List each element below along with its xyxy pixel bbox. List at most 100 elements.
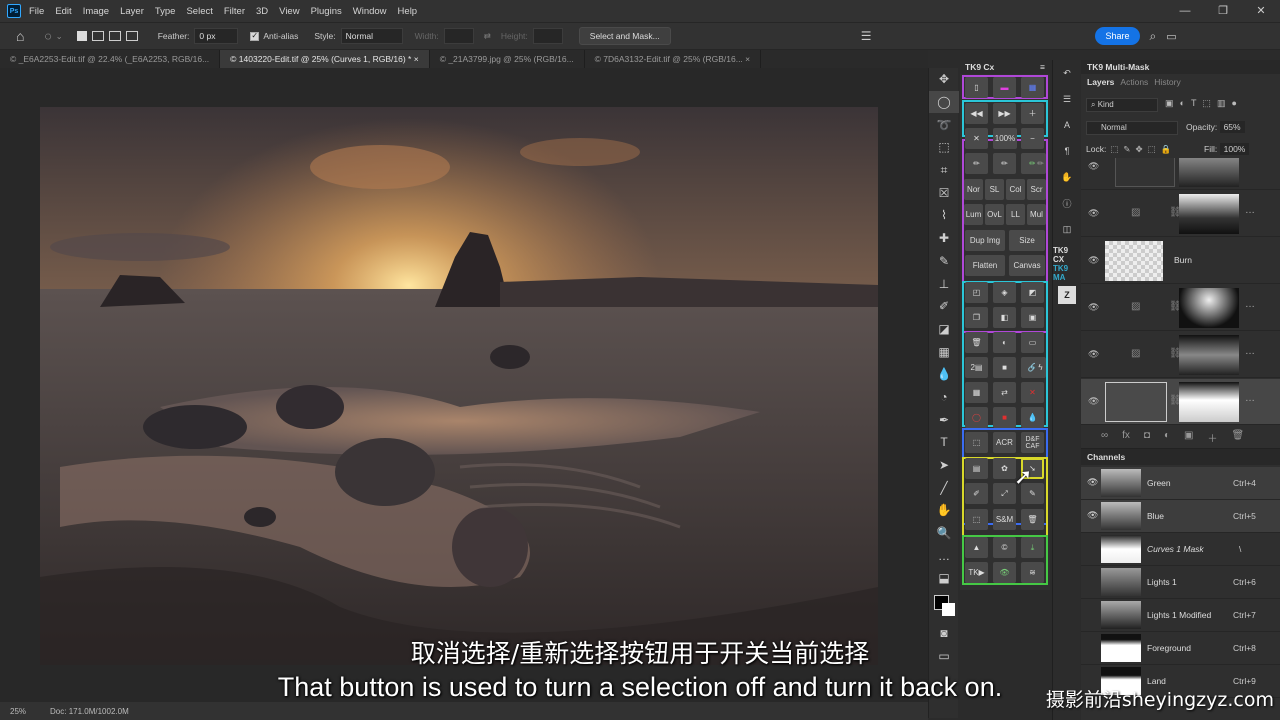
healing-tool-icon[interactable]: ✚ xyxy=(929,227,959,250)
new-selection-icon[interactable] xyxy=(76,31,87,41)
flatten-button[interactable]: Flatten xyxy=(965,255,1005,276)
black-mask-icon[interactable]: ■ xyxy=(993,357,1016,378)
heal-icon[interactable]: ✐ xyxy=(965,483,988,504)
path-select-tool-icon[interactable]: ➤ xyxy=(929,454,959,477)
blend-normal-button[interactable]: Nor xyxy=(964,179,983,200)
plus-icon[interactable]: ＋ xyxy=(1021,103,1044,124)
size-button[interactable]: Size xyxy=(1009,230,1045,251)
paw-icon[interactable]: ✿ xyxy=(993,458,1016,479)
new-document-icon[interactable]: ▯ xyxy=(965,77,988,98)
calculator-icon[interactable]: ▦ xyxy=(965,382,988,403)
marquee-tool-preset-icon[interactable]: ◌ xyxy=(44,29,51,43)
search-icon[interactable]: ⌕ xyxy=(1150,29,1157,44)
crop-tool-icon[interactable]: ⌗ xyxy=(929,159,959,182)
tk-play-button[interactable]: TK▶ xyxy=(965,562,988,583)
stamp-visible-icon[interactable]: ◩ xyxy=(1021,282,1044,303)
share-button[interactable]: Share xyxy=(1095,27,1140,45)
sm-button[interactable]: S&M xyxy=(993,509,1016,530)
previous-icon[interactable]: ◀◀ xyxy=(965,103,988,124)
more-icon[interactable]: … xyxy=(1245,393,1255,404)
marquee-tool-icon[interactable]: ◯ xyxy=(929,90,959,114)
maximize-button[interactable]: ❐ xyxy=(1204,0,1242,22)
triangle-icon[interactable]: ▲ xyxy=(965,537,988,558)
visibility-eye-icon[interactable]: 👁 xyxy=(1088,302,1099,313)
feather-input[interactable]: 0 px xyxy=(194,28,239,44)
more-icon[interactable]: … xyxy=(1245,299,1255,310)
dup-img-button[interactable]: Dup Img xyxy=(965,230,1005,251)
red-square-icon[interactable]: ■ xyxy=(993,407,1016,428)
pink-mask-icon[interactable]: ▬ xyxy=(993,77,1016,98)
canvas-area[interactable] xyxy=(0,68,928,702)
zeta-plugin-icon[interactable]: Z xyxy=(1058,286,1076,304)
lasso-tool-icon[interactable]: ➰ xyxy=(929,113,959,136)
add-mask-icon[interactable]: ◘ xyxy=(1144,430,1150,445)
fill-value[interactable]: 100% xyxy=(1219,143,1250,155)
blend-mode-select[interactable]: Normal xyxy=(1086,121,1178,135)
brush-tool-icon[interactable]: ✎ xyxy=(929,250,959,273)
menu-view[interactable]: View xyxy=(279,6,299,17)
link-layers-icon[interactable]: ∞ xyxy=(1101,430,1108,445)
add-selection-icon[interactable] xyxy=(91,31,104,41)
channel-row-lights1[interactable]: Lights 1 Ctrl+6 xyxy=(1081,566,1280,599)
adjust-panel-icon[interactable]: ☰ xyxy=(1053,86,1081,112)
tk9-cx-logo[interactable]: TK9 CX xyxy=(1053,246,1081,264)
deselect-reselect-icon[interactable]: ⬚ xyxy=(965,432,988,453)
visibility-eye-icon[interactable]: 👁 xyxy=(1088,396,1099,407)
subtract-selection-icon[interactable] xyxy=(108,31,121,41)
trash-icon[interactable]: 🗑 xyxy=(965,332,988,353)
eye-icon[interactable]: 👁 xyxy=(993,562,1016,583)
eraser-tool-icon[interactable]: ◪ xyxy=(929,318,959,341)
blend-overlay-button[interactable]: OvL xyxy=(985,204,1004,225)
visibility-eye-icon[interactable]: 👁 xyxy=(1087,510,1098,521)
fit-screen-icon[interactable]: ✕ xyxy=(965,128,988,149)
height-input[interactable] xyxy=(532,28,563,44)
merge-icon[interactable]: ◧ xyxy=(993,307,1016,328)
character-panel-icon[interactable]: A xyxy=(1053,112,1081,138)
visibility-eye-icon[interactable]: 👁 xyxy=(1088,255,1099,266)
menu-edit[interactable]: Edit xyxy=(55,6,71,17)
hide-mask-icon[interactable]: ◐ xyxy=(993,332,1016,353)
history-brush-tool-icon[interactable]: ✐ xyxy=(929,295,959,318)
menu-image[interactable]: Image xyxy=(83,6,109,17)
opacity-value[interactable]: 65% xyxy=(1219,121,1245,133)
move-tool-icon[interactable]: ✥ xyxy=(929,68,959,91)
channel-row-green[interactable]: 👁 Green Ctrl+4 xyxy=(1081,467,1280,500)
group-layers-icon[interactable]: ▣ xyxy=(1021,307,1044,328)
copyright-icon[interactable]: © xyxy=(993,537,1016,558)
landscape-photo[interactable] xyxy=(40,107,878,665)
lock-icons[interactable]: ⬚✎✥⬚🔒 xyxy=(1110,144,1176,154)
next-icon[interactable]: ▶▶ xyxy=(993,103,1016,124)
tk9-ma-logo[interactable]: TK9 MA xyxy=(1053,264,1081,282)
red-circle-icon[interactable]: ◯ xyxy=(965,407,988,428)
duplicate-layer-icon[interactable]: ❐ xyxy=(965,307,988,328)
pen-tool-icon[interactable]: ✒ xyxy=(929,408,959,431)
layer-mask-icon[interactable]: ◰ xyxy=(965,282,988,303)
style-select[interactable]: Normal xyxy=(340,28,403,44)
menu-type[interactable]: Type xyxy=(155,6,176,17)
gray-brush-icon[interactable]: ✏ xyxy=(1035,153,1046,174)
white-brush-icon[interactable]: ✏ xyxy=(993,153,1016,174)
tab-document-2[interactable]: © 1403220-Edit.tif @ 25% (Curves 1, RGB/… xyxy=(220,50,430,68)
workspace-icon[interactable]: ☰ xyxy=(861,29,872,43)
numbers-icon[interactable]: 2▤ xyxy=(965,357,988,378)
eyedropper-tool-icon[interactable]: ⌇ xyxy=(929,204,959,227)
blend-linearlight-button[interactable]: LL xyxy=(1006,204,1025,225)
quick-select-tool-icon[interactable]: ⬚ xyxy=(929,136,959,159)
hand-tool-icon[interactable]: ✋ xyxy=(929,499,959,522)
tab-history[interactable]: History xyxy=(1154,77,1180,87)
minus-icon[interactable]: − xyxy=(1021,128,1044,149)
history-panel-icon[interactable]: ↶ xyxy=(1053,60,1081,86)
drop-icon[interactable]: 💧 xyxy=(1021,407,1044,428)
tk9-logos[interactable]: TK9 CX TK9 MA xyxy=(1053,242,1081,286)
more-icon[interactable]: … xyxy=(1245,346,1255,357)
delete-layer-icon[interactable]: 🗑 xyxy=(1231,430,1244,445)
channel-row-lights1-modified[interactable]: Lights 1 Modified Ctrl+7 xyxy=(1081,599,1280,632)
chevron-down-icon[interactable]: ⌄ xyxy=(56,31,63,42)
layers-stack-icon[interactable]: ≋ xyxy=(1021,562,1044,583)
white-mask-icon[interactable]: ▭ xyxy=(1021,332,1044,353)
lightning-icon[interactable]: ϟ xyxy=(1035,357,1046,378)
menu-plugins[interactable]: Plugins xyxy=(311,6,342,17)
tool-presets-icon[interactable]: ✋ xyxy=(1053,164,1081,190)
channel-row-curves-mask[interactable]: Curves 1 Mask \ xyxy=(1081,533,1280,566)
color-swatches[interactable] xyxy=(929,590,959,622)
